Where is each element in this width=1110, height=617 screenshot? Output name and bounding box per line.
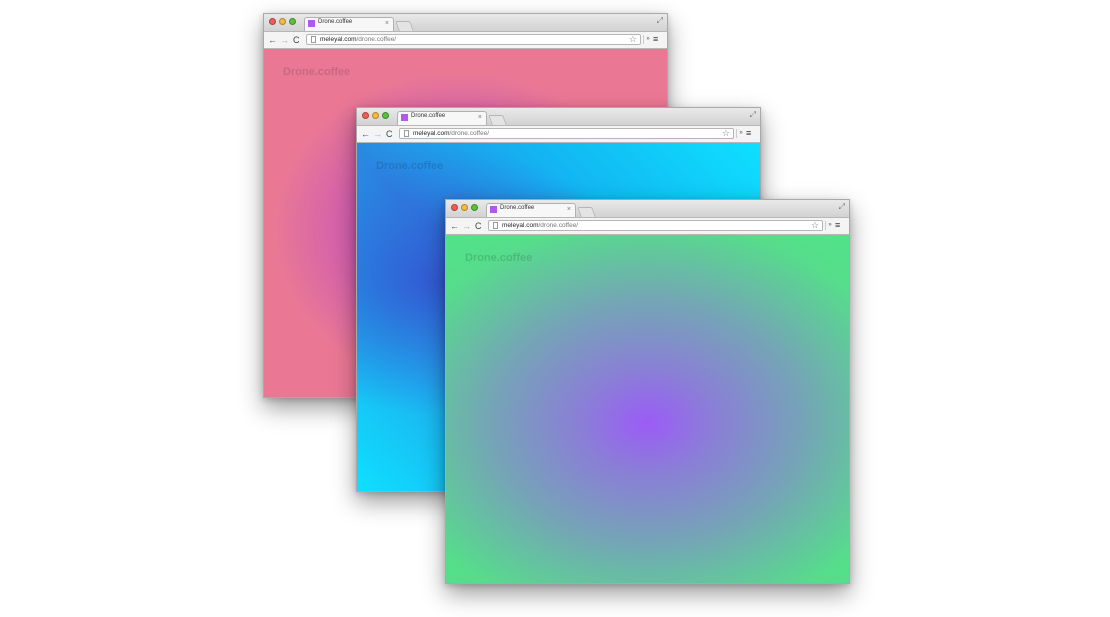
back-icon[interactable]: ← [450,219,459,233]
extensions-chevron-icon[interactable]: » [736,129,745,138]
stage: Drone.coffee × ⤢ ← → C meleyal.com/drone… [0,0,1110,617]
address-bar[interactable]: meleyal.com/drone.coffee/ ☆ [488,220,823,231]
new-tab-button[interactable] [395,21,414,31]
address-bar[interactable]: meleyal.com/drone.coffee/ ☆ [306,34,641,45]
new-tab-button[interactable] [488,115,507,125]
minimize-window-button[interactable] [279,18,286,25]
browser-toolbar: ← → C meleyal.com/drone.coffee/ ☆ » ≡ [357,126,760,143]
reload-icon[interactable]: C [386,127,393,141]
fullscreen-icon[interactable]: ⤢ [839,202,845,212]
url-path: /drone.coffee/ [449,130,490,137]
fullscreen-icon[interactable]: ⤢ [657,16,663,26]
window-controls [451,204,478,211]
back-icon[interactable]: ← [268,33,277,47]
url-host: meleyal.com [320,36,357,43]
tab-title: Drone.coffee [411,113,446,119]
browser-tab[interactable]: Drone.coffee × [486,203,576,217]
close-window-button[interactable] [362,112,369,119]
tab-close-icon[interactable]: × [385,18,389,29]
minimize-window-button[interactable] [461,204,468,211]
back-icon[interactable]: ← [361,127,370,141]
maximize-window-button[interactable] [471,204,478,211]
tab-title: Drone.coffee [318,19,353,25]
tab-title: Drone.coffee [500,205,535,211]
reload-icon[interactable]: C [475,219,482,233]
favicon-icon [401,114,408,121]
window-controls [362,112,389,119]
page-icon [311,36,316,43]
forward-icon[interactable]: → [280,33,289,47]
address-bar[interactable]: meleyal.com/drone.coffee/ ☆ [399,128,734,139]
bookmark-star-icon[interactable]: ☆ [722,128,730,138]
url-path: /drone.coffee/ [538,222,579,229]
page-content: Drone.coffee [446,235,849,583]
title-bar: Drone.coffee × ⤢ [264,14,667,32]
menu-icon[interactable]: ≡ [835,221,840,230]
url-host: meleyal.com [413,130,450,137]
window-controls [269,18,296,25]
browser-tab[interactable]: Drone.coffee × [397,111,487,125]
page-icon [493,222,498,229]
browser-tab[interactable]: Drone.coffee × [304,17,394,31]
title-bar: Drone.coffee × ⤢ [446,200,849,218]
favicon-icon [490,206,497,213]
extensions-chevron-icon[interactable]: » [825,221,834,230]
menu-icon[interactable]: ≡ [746,129,751,138]
page-heading: Drone.coffee [465,252,533,264]
favicon-icon [308,20,315,27]
browser-window-front: Drone.coffee × ⤢ ← → C meleyal.com/drone… [445,199,850,584]
url-path: /drone.coffee/ [356,36,397,43]
extensions-chevron-icon[interactable]: » [643,35,652,44]
bookmark-star-icon[interactable]: ☆ [629,34,637,44]
reload-icon[interactable]: C [293,33,300,47]
url-text[interactable]: meleyal.com/drone.coffee/ [413,129,489,138]
bookmark-star-icon[interactable]: ☆ [811,220,819,230]
page-icon [404,130,409,137]
forward-icon[interactable]: → [462,219,471,233]
minimize-window-button[interactable] [372,112,379,119]
menu-icon[interactable]: ≡ [653,35,658,44]
tab-close-icon[interactable]: × [567,204,571,215]
maximize-window-button[interactable] [382,112,389,119]
close-window-button[interactable] [451,204,458,211]
browser-toolbar: ← → C meleyal.com/drone.coffee/ ☆ » ≡ [264,32,667,49]
new-tab-button[interactable] [577,207,596,217]
url-host: meleyal.com [502,222,539,229]
url-text[interactable]: meleyal.com/drone.coffee/ [320,35,396,44]
title-bar: Drone.coffee × ⤢ [357,108,760,126]
forward-icon[interactable]: → [373,127,382,141]
page-heading: Drone.coffee [283,66,351,78]
browser-toolbar: ← → C meleyal.com/drone.coffee/ ☆ » ≡ [446,218,849,235]
close-window-button[interactable] [269,18,276,25]
tab-close-icon[interactable]: × [478,112,482,123]
page-heading: Drone.coffee [376,160,444,172]
url-text[interactable]: meleyal.com/drone.coffee/ [502,221,578,230]
fullscreen-icon[interactable]: ⤢ [750,110,756,120]
maximize-window-button[interactable] [289,18,296,25]
